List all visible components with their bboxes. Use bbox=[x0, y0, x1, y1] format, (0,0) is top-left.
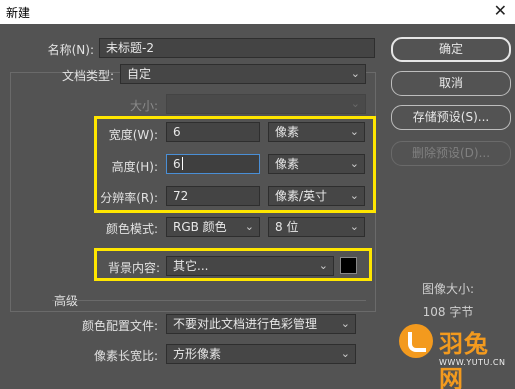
close-icon[interactable]: ✕ bbox=[494, 1, 507, 20]
cancel-button[interactable]: 取消 bbox=[391, 71, 511, 96]
doc-type-label: 文档类型: bbox=[61, 69, 114, 83]
bit-depth-select[interactable]: 8 位 ⌄ bbox=[268, 217, 365, 237]
name-label: 名称(N): bbox=[47, 43, 94, 57]
name-field[interactable]: 未标题-2 bbox=[99, 38, 375, 58]
save-preset-button[interactable]: 存储预设(S)... bbox=[391, 105, 511, 130]
watermark: 羽兔网 WWW.YUTU.CN bbox=[397, 318, 513, 389]
watermark-url: WWW.YUTU.CN bbox=[439, 358, 506, 367]
color-mode-select[interactable]: RGB 颜色 ⌄ bbox=[166, 217, 260, 237]
chevron-down-icon: ⌄ bbox=[350, 97, 360, 110]
window-title: 新建 bbox=[6, 6, 31, 20]
color-profile-value: 不要对此文档进行色彩管理 bbox=[173, 317, 318, 331]
chevron-down-icon: ⌄ bbox=[350, 67, 360, 80]
bit-depth-value: 8 位 bbox=[275, 220, 299, 234]
chevron-down-icon: ⌄ bbox=[349, 220, 359, 233]
chevron-down-icon: ⌄ bbox=[340, 317, 350, 330]
advanced-divider bbox=[52, 300, 366, 301]
chevron-down-icon: ⌄ bbox=[340, 347, 350, 360]
color-mode-label: 颜色模式: bbox=[105, 222, 158, 236]
color-profile-label: 颜色配置文件: bbox=[81, 319, 158, 333]
pixel-aspect-value: 方形像素 bbox=[173, 347, 222, 361]
size-select: ⌄ bbox=[166, 94, 366, 114]
color-mode-value: RGB 颜色 bbox=[173, 220, 227, 234]
title-bar: 新建 ✕ bbox=[0, 0, 515, 24]
chevron-down-icon: ⌄ bbox=[244, 220, 254, 233]
pixel-aspect-select[interactable]: 方形像素 ⌄ bbox=[166, 344, 356, 364]
highlight-box-dimensions bbox=[94, 116, 376, 213]
ok-button[interactable]: 确定 bbox=[391, 37, 511, 62]
doc-type-value: 自定 bbox=[127, 67, 152, 81]
highlight-box-background bbox=[94, 248, 372, 281]
size-label: 大小: bbox=[129, 99, 158, 113]
image-size-label: 图像大小: bbox=[421, 282, 475, 296]
pixel-aspect-label: 像素长宽比: bbox=[93, 349, 158, 363]
color-profile-select[interactable]: 不要对此文档进行色彩管理 ⌄ bbox=[166, 314, 356, 334]
doc-type-select[interactable]: 自定 ⌄ bbox=[120, 64, 366, 84]
delete-preset-button: 删除预设(D)... bbox=[391, 141, 511, 166]
watermark-logo-icon bbox=[399, 324, 433, 358]
watermark-name: 羽兔网 bbox=[439, 330, 489, 389]
